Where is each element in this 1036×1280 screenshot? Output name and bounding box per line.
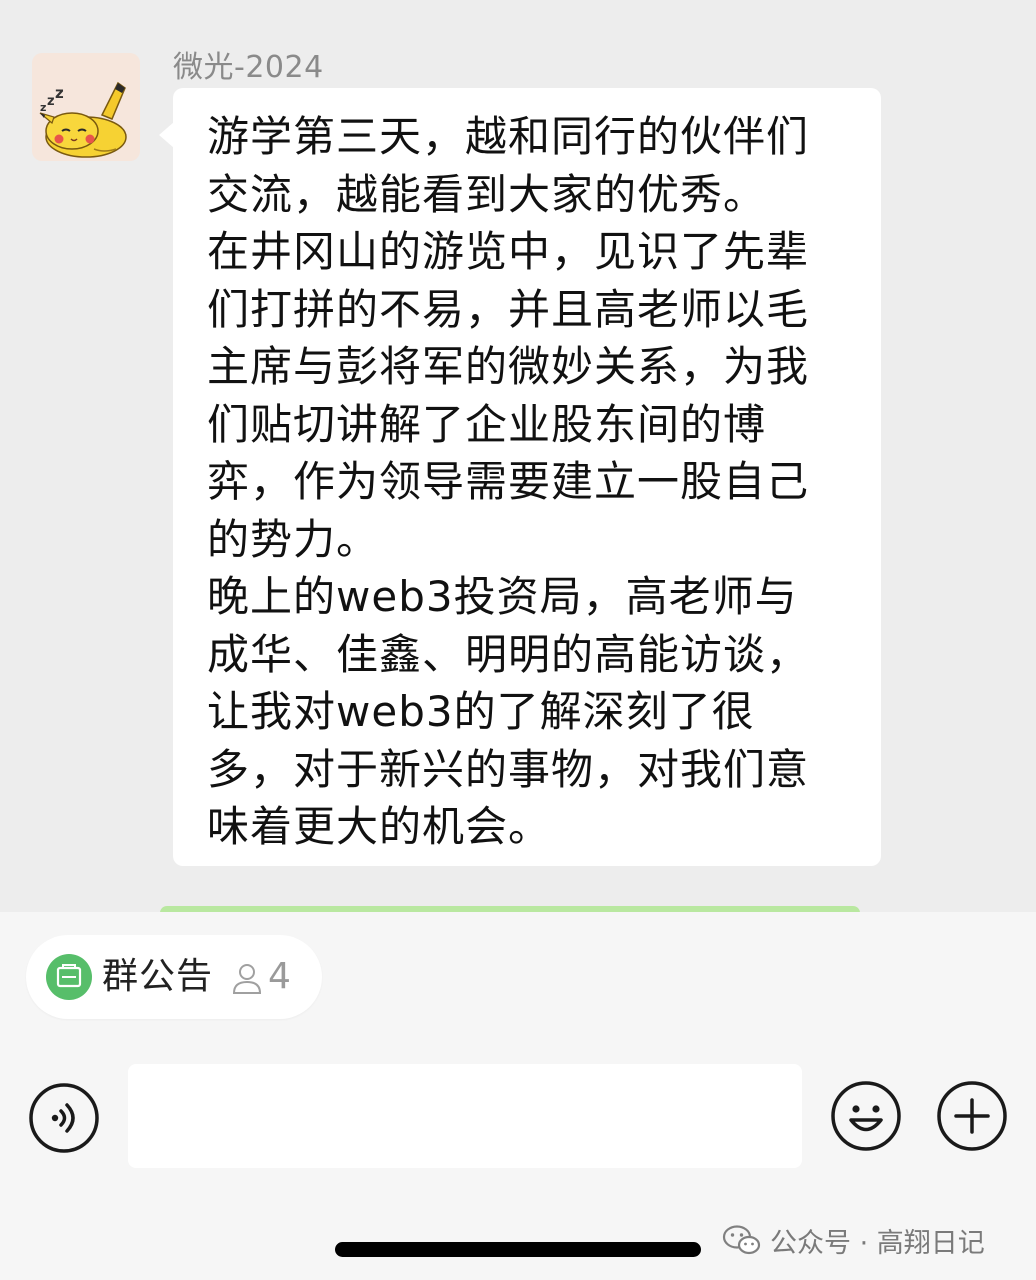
message-line: 游学第三天，越和同行的伙伴们 [207, 112, 810, 161]
emoji-button[interactable] [830, 1080, 902, 1156]
voice-icon [29, 1083, 99, 1153]
message-line: 成华、佳鑫、明明的高能访谈， [207, 629, 810, 679]
voice-button[interactable] [28, 1082, 100, 1158]
sender-name: 微光-2024 [173, 50, 324, 85]
avatar[interactable]: z z z [32, 53, 140, 161]
message-line: 的势力。 [207, 514, 380, 564]
home-indicator[interactable] [335, 1242, 701, 1257]
plus-icon [937, 1081, 1007, 1151]
message-line: 多，对于新兴的事物，对我们意 [207, 744, 810, 794]
person-icon [230, 961, 264, 999]
message-line: 味着更大的机会。 [207, 802, 552, 851]
emoji-icon [831, 1081, 901, 1151]
svg-text:z: z [40, 101, 46, 114]
message-line: 让我对web3的了解深刻了很 [207, 687, 755, 736]
watermark: 公众号 · 高翔日记 [722, 1218, 985, 1262]
chat-area: z z z 微光-2024 游学第三天，越和同行的伙伴们 交流，越能看到大家的优秀… [0, 0, 1036, 912]
svg-text:z: z [47, 94, 55, 109]
message-text: 游学第三天，越和同行的伙伴们 交流，越能看到大家的优秀。 在井冈山的游览中，见识了先… [207, 108, 861, 856]
message-line: 弈，作为领导需要建立一股自己 [207, 457, 810, 506]
bubble-tail [159, 122, 174, 148]
message-line: 交流，越能看到大家的优秀。 [207, 169, 767, 219]
pikachu-icon: z z z [39, 81, 127, 158]
message-line: 们贴切讲解了企业股东间的博 [207, 399, 767, 449]
group-announcement-button[interactable]: 群公告 4 [26, 935, 322, 1019]
message-input[interactable] [128, 1064, 802, 1168]
message-line: 主席与彭将军的微妙关系，为我 [207, 342, 810, 391]
svg-text:z: z [55, 84, 64, 102]
more-button[interactable] [936, 1080, 1008, 1156]
message-line: 在井冈山的游览中，见识了先辈 [207, 227, 810, 276]
announcement-label: 群公告 [102, 956, 214, 997]
member-count: 4 [268, 956, 291, 997]
message-bubble[interactable]: 游学第三天，越和同行的伙伴们 交流，越能看到大家的优秀。 在井冈山的游览中，见识了先… [159, 88, 881, 866]
message-line: 们打拼的不易，并且高老师以毛 [207, 284, 810, 334]
watermark-text: 公众号 · 高翔日记 [770, 1227, 985, 1259]
message-line: 晚上的web3投资局，高老师与 [207, 572, 798, 621]
announcement-icon [46, 954, 92, 1000]
wechat-logo-icon [722, 1225, 761, 1255]
